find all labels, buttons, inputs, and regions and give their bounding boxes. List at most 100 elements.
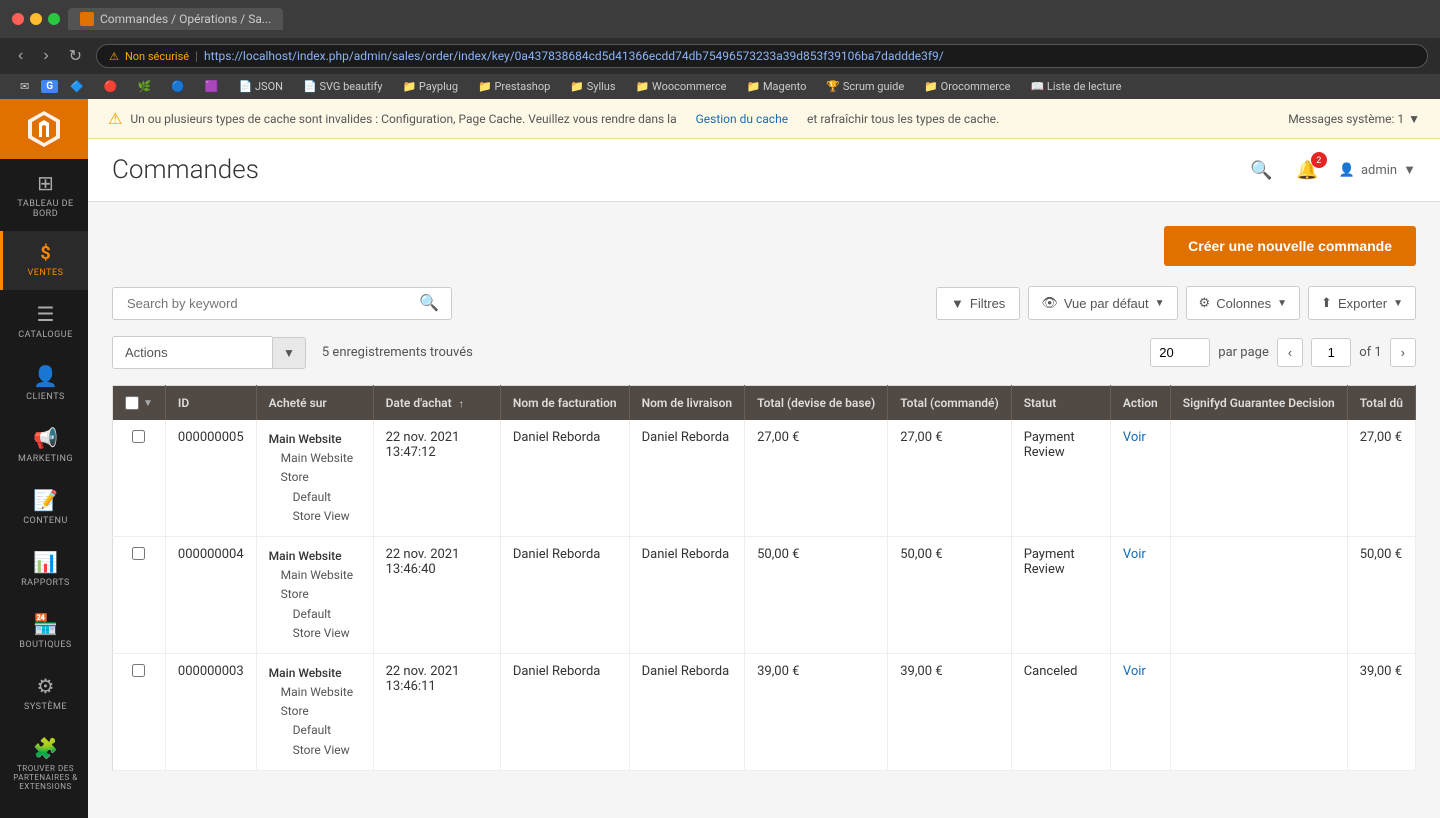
alert-cache-link[interactable]: Gestion du cache <box>696 112 788 126</box>
next-page-btn[interactable]: › <box>1390 338 1416 367</box>
create-order-btn[interactable]: Créer une nouvelle commande <box>1164 226 1416 266</box>
row3-total-du: 39,00 € <box>1347 653 1415 770</box>
store-hierarchy: Main Website Main Website Store Default … <box>269 664 361 760</box>
row1-voir-link[interactable]: Voir <box>1123 430 1146 445</box>
maximize-window-btn[interactable] <box>48 13 60 25</box>
bookmark-woo[interactable]: 📁 Woocommerce <box>628 78 735 95</box>
sidebar-item-systeme[interactable]: ⚙ SYSTÈME <box>0 662 88 724</box>
table-row: 000000004 Main Website Main Website Stor… <box>113 536 1416 653</box>
actions-select[interactable]: Actions <box>112 336 272 369</box>
minimize-window-btn[interactable] <box>30 13 42 25</box>
sidebar-item-clients[interactable]: 👤 CLIENTS <box>0 352 88 414</box>
close-window-btn[interactable] <box>12 13 24 25</box>
bookmark-prestashop[interactable]: 📁 Prestashop <box>470 78 558 95</box>
row3-checkbox-cell <box>113 653 166 770</box>
th-statut: Statut <box>1011 386 1110 421</box>
row2-signifyd <box>1170 536 1347 653</box>
sidebar: ⊞ TABLEAU DE BORD $ VENTES ☰ CATALOGUE 👤… <box>0 99 88 818</box>
row1-facturation: Daniel Reborda <box>500 420 629 536</box>
bookmark-ext2[interactable]: 🔴 <box>96 78 126 95</box>
prev-page-btn[interactable]: ‹ <box>1277 338 1303 367</box>
address-bar[interactable]: ⚠ Non sécurisé | https://localhost/index… <box>96 44 1428 68</box>
bookmark-liste[interactable]: 📖 Liste de lecture <box>1023 78 1130 95</box>
row3-checkbox[interactable] <box>132 664 145 677</box>
search-input[interactable] <box>121 288 415 319</box>
reload-btn[interactable]: ↻ <box>63 44 88 68</box>
alert-message-after: et rafraîchir tous les types de cache. <box>807 112 999 126</box>
actions-dropdown-btn[interactable]: ▼ <box>272 337 306 369</box>
sidebar-item-partenaires[interactable]: 🧩 TROUVER DES PARTENAIRES & EXTENSIONS <box>0 724 88 803</box>
user-menu-btn[interactable]: 👤 admin ▼ <box>1339 162 1416 178</box>
row3-signifyd <box>1170 653 1347 770</box>
sidebar-item-boutiques[interactable]: 🏪 BOUTIQUES <box>0 600 88 662</box>
search-header-btn[interactable]: 🔍 <box>1246 156 1276 185</box>
bookmark-ext4[interactable]: 🔵 <box>163 78 193 95</box>
total-pages-label: of 1 <box>1359 345 1381 360</box>
store-hierarchy: Main Website Main Website Store Default … <box>269 430 361 526</box>
bookmark-svg[interactable]: 📄 SVG beautify <box>295 78 390 95</box>
row1-action: Voir <box>1110 420 1170 536</box>
sidebar-item-catalogue[interactable]: ☰ CATALOGUE <box>0 290 88 352</box>
row1-total-commande: 27,00 € <box>888 420 1011 536</box>
columns-label: Colonnes <box>1216 296 1271 311</box>
bookmark-magento[interactable]: 📁 Magento <box>739 78 815 95</box>
row2-id: 000000004 <box>165 536 256 653</box>
row2-total-du: 50,00 € <box>1347 536 1415 653</box>
bookmark-orocommerce[interactable]: 📁 Orocommerce <box>916 78 1018 95</box>
forward-btn[interactable]: › <box>37 45 54 67</box>
row1-livraison: Daniel Reborda <box>629 420 744 536</box>
th-date-achat[interactable]: Date d'achat ↑ <box>373 386 500 421</box>
tab-title: Commandes / Opérations / Sa... <box>100 12 271 26</box>
row3-date: 22 nov. 2021 13:46:11 <box>373 653 500 770</box>
bookmark-scrum[interactable]: 🏆 Scrum guide <box>818 78 912 95</box>
search-toolbar: 🔍 ▼ Filtres 👁 Vue par défaut ▼ ⚙ Colonne… <box>112 286 1416 320</box>
current-page-input[interactable] <box>1311 338 1351 367</box>
bookmark-syllus[interactable]: 📁 Syllus <box>562 78 623 95</box>
sidebar-item-contenu[interactable]: 📝 CONTENU <box>0 476 88 538</box>
bookmark-ext5[interactable]: 🟪 <box>197 78 227 95</box>
eye-icon: 👁 <box>1041 295 1058 311</box>
row1-total-du: 27,00 € <box>1347 420 1415 536</box>
export-icon: ⬆ <box>1321 295 1332 311</box>
select-all-checkbox[interactable] <box>125 396 139 410</box>
table-row: 000000005 Main Website Main Website Stor… <box>113 420 1416 536</box>
per-page-select[interactable]: 20 50 100 <box>1150 338 1210 367</box>
row2-voir-link[interactable]: Voir <box>1123 547 1146 562</box>
row3-voir-link[interactable]: Voir <box>1123 664 1146 679</box>
columns-btn[interactable]: ⚙ Colonnes ▼ <box>1186 286 1301 320</box>
bookmark-payplug[interactable]: 📁 Payplug <box>395 78 467 95</box>
view-btn[interactable]: 👁 Vue par défaut ▼ <box>1028 286 1177 320</box>
row2-checkbox[interactable] <box>132 547 145 560</box>
magento-logo <box>24 109 64 149</box>
back-btn[interactable]: ‹ <box>12 45 29 67</box>
per-page-select-group: 20 50 100 <box>1150 338 1210 367</box>
sidebar-label-partenaires: TROUVER DES PARTENAIRES & EXTENSIONS <box>7 764 84 791</box>
messages-dropdown-icon[interactable]: ▼ <box>1408 112 1420 126</box>
search-submit-btn[interactable]: 🔍 <box>415 289 443 317</box>
bookmark-gmail[interactable]: ✉ <box>12 78 37 95</box>
system-alert: ⚠ Un ou plusieurs types de cache sont in… <box>88 99 1440 139</box>
sidebar-item-tableau-de-bord[interactable]: ⊞ TABLEAU DE BORD <box>0 159 88 231</box>
bookmark-ext1[interactable]: 🔷 <box>62 78 92 95</box>
select-all-dropdown-icon[interactable]: ▼ <box>143 398 153 409</box>
window-controls <box>12 13 60 25</box>
bookmark-g[interactable]: G <box>41 80 58 93</box>
sidebar-label-rapports: RAPPORTS <box>21 578 70 588</box>
th-action: Action <box>1110 386 1170 421</box>
browser-tab[interactable]: Commandes / Opérations / Sa... <box>68 8 283 30</box>
row2-action: Voir <box>1110 536 1170 653</box>
stores-icon: 🏪 <box>33 612 58 636</box>
table-body: 000000005 Main Website Main Website Stor… <box>113 420 1416 770</box>
sidebar-item-rapports[interactable]: 📊 RAPPORTS <box>0 538 88 600</box>
search-box: 🔍 <box>112 287 452 320</box>
app-container: ⊞ TABLEAU DE BORD $ VENTES ☰ CATALOGUE 👤… <box>0 99 1440 818</box>
notifications-btn[interactable]: 🔔 2 <box>1292 156 1322 185</box>
sidebar-label-catalogue: CATALOGUE <box>18 330 72 340</box>
sidebar-item-marketing[interactable]: 📢 MARKETING <box>0 414 88 476</box>
row1-checkbox[interactable] <box>132 430 145 443</box>
sidebar-item-ventes[interactable]: $ VENTES <box>0 231 88 290</box>
bookmark-ext3[interactable]: 🌿 <box>129 78 159 95</box>
filters-btn[interactable]: ▼ Filtres <box>936 287 1020 320</box>
export-btn[interactable]: ⬆ Exporter ▼ <box>1308 286 1416 320</box>
bookmark-json[interactable]: 📄 JSON <box>231 78 291 95</box>
